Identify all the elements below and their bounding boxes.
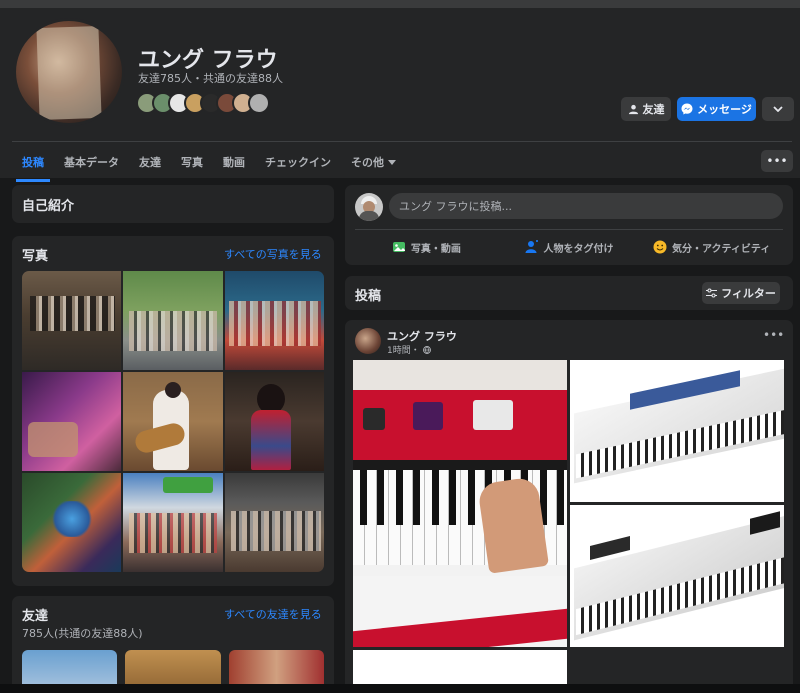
friend-button-label: 友達	[642, 103, 665, 116]
top-bar	[0, 0, 800, 8]
post-author-name[interactable]: ユング フラウ	[387, 328, 457, 344]
globe-icon	[422, 346, 431, 354]
caret-down-icon	[388, 159, 396, 165]
photo-thumbnail[interactable]	[22, 372, 122, 471]
intro-title: 自己紹介	[22, 199, 75, 214]
see-all-photos-link[interactable]: すべての写真を見る	[224, 246, 322, 262]
bottom-edge	[0, 684, 800, 693]
sliders-icon	[706, 288, 718, 298]
photo-thumbnail[interactable]	[224, 473, 324, 572]
tag-people-icon	[525, 240, 538, 253]
posts-title: 投稿	[355, 289, 382, 304]
photos-card: 写真 すべての写真を見る	[12, 236, 334, 586]
profile-header: ユング フラウ 友達785人・共通の友達88人 友達 メッセージ 投稿 基本デー…	[0, 8, 800, 182]
photos-title[interactable]: 写真	[22, 245, 48, 264]
post-image-white-piano-1[interactable]	[570, 360, 784, 502]
composer-avatar[interactable]	[355, 193, 383, 221]
post-image-red-synth[interactable]	[353, 360, 567, 647]
see-all-friends-link[interactable]: すべての友達を見る	[224, 606, 322, 622]
tab-about[interactable]: 基本データ	[54, 142, 129, 182]
tab-photos[interactable]: 写真	[171, 142, 213, 182]
composer-actions: 写真・動画 人物をタグ付け 気分・アクティビティ	[355, 233, 783, 261]
mutual-friend-faces[interactable]	[136, 92, 270, 114]
friend-face[interactable]	[248, 92, 270, 114]
photo-thumbnail[interactable]	[22, 271, 122, 370]
photo-thumbnail[interactable]	[22, 473, 122, 572]
post-image-grid	[353, 360, 785, 693]
profile-avatar[interactable]	[13, 18, 125, 126]
friends-count-text: 785人(共通の友達88人)	[22, 627, 143, 640]
tab-more[interactable]: その他	[341, 142, 406, 182]
avatar-paper-decoration	[36, 25, 102, 121]
photo-thumbnail[interactable]	[123, 271, 223, 370]
friend-button[interactable]: 友達	[621, 97, 671, 121]
post-timestamp[interactable]: 1時間・	[387, 343, 431, 356]
tag-people-button[interactable]: 人物をタグ付け	[498, 233, 641, 261]
composer-input[interactable]: ユング フラウに投稿...	[389, 193, 783, 219]
photo-thumbnail[interactable]	[123, 372, 223, 471]
person-check-icon	[628, 104, 638, 114]
photo-icon	[392, 242, 405, 252]
post-card: ユング フラウ 1時間・ •••	[345, 320, 793, 693]
tab-videos[interactable]: 動画	[213, 142, 255, 182]
photo-thumbnail[interactable]	[123, 473, 223, 572]
photo-thumbnail[interactable]	[224, 271, 324, 370]
post-options-button[interactable]: •••	[763, 328, 784, 342]
post-image-white-piano-2[interactable]	[570, 505, 784, 647]
message-button[interactable]: メッセージ	[677, 97, 756, 121]
filter-button[interactable]: フィルター	[702, 282, 780, 304]
friends-title[interactable]: 友達	[22, 605, 48, 624]
photo-video-button[interactable]: 写真・動画	[355, 233, 498, 261]
tabs-more-options-button[interactable]: •••	[761, 150, 793, 172]
ellipsis-icon: •••	[766, 154, 788, 168]
tab-posts[interactable]: 投稿	[12, 142, 54, 182]
tab-friends[interactable]: 友達	[129, 142, 171, 182]
messenger-icon	[681, 103, 693, 115]
profile-more-dropdown[interactable]	[762, 97, 794, 121]
message-button-label: メッセージ	[697, 103, 752, 116]
post-composer: ユング フラウに投稿... 写真・動画 人物をタグ付け 気分・アクティビティ	[345, 185, 793, 265]
chevron-down-icon	[773, 106, 783, 112]
photo-grid	[22, 271, 324, 572]
profile-tabs: 投稿 基本データ 友達 写真 動画 チェックイン その他	[12, 142, 406, 182]
smiley-icon	[653, 240, 667, 254]
posts-header: 投稿 フィルター	[345, 276, 793, 310]
composer-divider	[355, 229, 783, 230]
tab-checkins[interactable]: チェックイン	[255, 142, 341, 182]
friends-card: 友達 785人(共通の友達88人) すべての友達を見る	[12, 596, 334, 693]
feeling-activity-button[interactable]: 気分・アクティビティ	[640, 233, 783, 261]
photo-thumbnail[interactable]	[224, 372, 324, 471]
friends-summary[interactable]: 友達785人・共通の友達88人	[138, 70, 283, 86]
intro-card: 自己紹介	[12, 185, 334, 223]
post-author-avatar[interactable]	[355, 328, 381, 354]
